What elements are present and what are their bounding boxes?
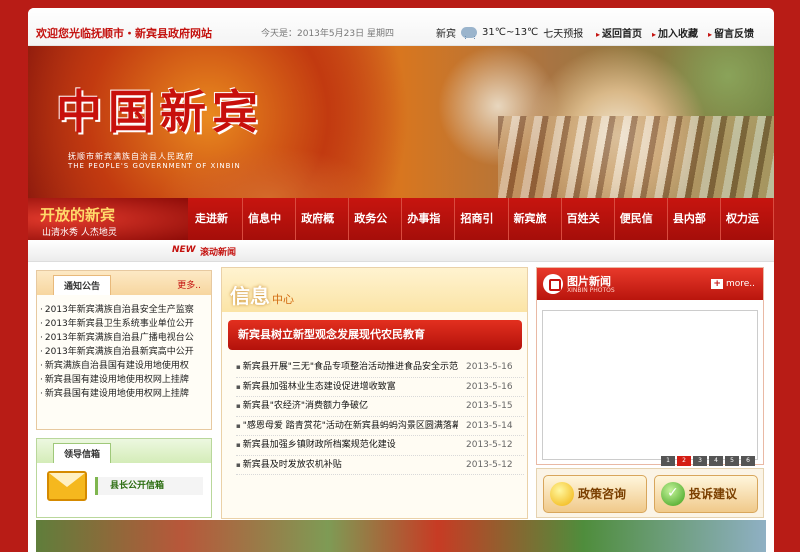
notice-list: 2013年新宾满族自治县安全生产监察 2013年新宾县卫生系统事业单位公开 20… [40, 303, 210, 401]
envelope-icon[interactable] [47, 471, 87, 501]
top-bar: 欢迎您光临抚顺市・新宾县政府网站 今天是：2013年5月23日 星期四 新宾 3… [28, 8, 774, 46]
home-link[interactable]: 返回首页 [596, 25, 642, 40]
nav-item-intro[interactable]: 走进新宾 [190, 198, 244, 267]
nav-item-departments[interactable]: 县内部门 [668, 198, 721, 267]
nav-item-power[interactable]: 权力运行 [721, 198, 774, 267]
notice-more-link[interactable]: 更多.. [177, 278, 201, 291]
info-title: 信息 中心 [230, 284, 294, 308]
weather-widget[interactable]: 新宾 31℃~13℃ 七天预报 [436, 25, 583, 40]
slogan: 开放的新宾 山清水秀 人杰地灵 [28, 198, 188, 240]
photo-pager: 1 2 3 4 5 6 [661, 456, 755, 466]
leader-header: 领导信箱 [37, 439, 211, 463]
list-item[interactable]: 新宾满族自治县国有建设用地使用权 [40, 359, 210, 373]
weather-city: 新宾 [436, 29, 456, 40]
photo-header: 图片新闻 XINBIN PHOTOS more.. [537, 268, 763, 300]
add-favorite-link[interactable]: 加入收藏 [652, 25, 698, 40]
headline-link[interactable]: 新宾县树立新型观念发展现代农民教育 [228, 320, 522, 350]
leader-title: 领导信箱 [53, 443, 112, 463]
main-nav: 开放的新宾 山清水秀 人杰地灵 走进新宾 信息中心 政府概况 政务公开 办事指南… [28, 198, 774, 267]
photo-frame[interactable] [542, 310, 758, 460]
ticker-label: 滚动新闻 [200, 248, 237, 258]
list-item[interactable]: 新宾县国有建设用地使用权网上挂牌 [40, 387, 210, 401]
table-row[interactable]: 新宾县开展"三无"食品专项整治活动推进食品安全示范…2013-5-16 [236, 358, 524, 378]
list-item[interactable]: 新宾县国有建设用地使用权网上挂牌 [40, 373, 210, 387]
top-links: 返回首页 加入收藏 留言反馈 [596, 25, 754, 40]
photo-news-panel: 图片新闻 XINBIN PHOTOS more.. 1 2 3 4 5 6 [536, 267, 764, 466]
banner: 中国新宾 抚顺市新宾满族自治县人民政府 THE PEOPLE'S GOVERNM… [28, 46, 774, 198]
page-button[interactable]: 6 [741, 456, 755, 466]
leader-mailbox-panel: 领导信箱 县长公开信箱 [36, 438, 212, 518]
ticker-new-tag: NEW [172, 245, 196, 255]
policy-consult-button[interactable]: 政策咨询 [543, 475, 647, 513]
list-item[interactable]: 2013年新宾满族自治县广播电视台公 [40, 331, 210, 345]
service-buttons: 政策咨询 投诉建议 [536, 468, 764, 518]
nav-item-convenience[interactable]: 便民信息 [615, 198, 668, 267]
camera-icon [543, 274, 563, 294]
list-item[interactable]: 2013年新宾满族自治县新宾高中公开 [40, 345, 210, 359]
news-list: 新宾县开展"三无"食品专项整治活动推进食品安全示范…2013-5-16 新宾县加… [236, 358, 524, 475]
page-button[interactable]: 1 [661, 456, 675, 466]
scenery-strip [36, 520, 766, 552]
lightbulb-icon [550, 482, 574, 506]
page-button-active[interactable]: 2 [677, 456, 691, 466]
nav-item-investment[interactable]: 招商引资 [455, 198, 509, 267]
photo-more-link[interactable]: more.. [711, 279, 755, 289]
info-header: 信息 中心 [222, 268, 527, 312]
weather-temp: 31℃~13℃ [482, 27, 539, 38]
nav-items: 走进新宾 信息中心 政府概况 政务公开 办事指南 招商引资 新宾旅游 百姓关注 … [190, 198, 774, 267]
banner-village [498, 116, 774, 198]
notice-header: 通知公告 更多.. [37, 271, 211, 295]
site-logo-title: 中国新宾 [56, 85, 264, 139]
check-icon [661, 475, 685, 511]
page: 欢迎您光临抚顺市・新宾县政府网站 今天是：2013年5月23日 星期四 新宾 3… [28, 8, 774, 552]
table-row[interactable]: 新宾县及时发放农机补贴2013-5-12 [236, 456, 524, 475]
weather-forecast-link[interactable]: 七天预报 [543, 25, 583, 40]
date-text: 今天是：2013年5月23日 星期四 [261, 29, 394, 39]
news-ticker: NEW 滚动新闻 [28, 240, 774, 262]
site-subtitle-cn: 抚顺市新宾满族自治县人民政府 [68, 152, 194, 161]
slogan-main: 开放的新宾 [40, 206, 116, 224]
nav-item-gov-affairs[interactable]: 政务公开 [349, 198, 403, 267]
welcome-text: 欢迎您光临抚顺市・新宾县政府网站 [36, 27, 212, 40]
page-button[interactable]: 5 [725, 456, 739, 466]
nav-item-public-concern[interactable]: 百姓关注 [562, 198, 615, 267]
table-row[interactable]: "感恩母爱 踏青赏花"活动在新宾县蚂蚂沟景区圆满落幕2013-5-14 [236, 417, 524, 436]
nav-item-tourism[interactable]: 新宾旅游 [509, 198, 562, 267]
nav-item-gov-overview[interactable]: 政府概况 [296, 198, 350, 267]
feedback-link[interactable]: 留言反馈 [708, 25, 754, 40]
info-center-panel: 信息中心 新宾县树立新型观念发展现代农民教育 新宾县开展"三无"食品专项整治活动… [221, 267, 528, 519]
page-button[interactable]: 3 [693, 456, 707, 466]
photo-subtitle: XINBIN PHOTOS [567, 287, 615, 294]
list-item[interactable]: 2013年新宾满族自治县安全生产监察 [40, 303, 210, 317]
rain-cloud-icon [461, 27, 477, 39]
table-row[interactable]: 新宾县加强林业生态建设促进增收致富2013-5-16 [236, 378, 524, 397]
list-item[interactable]: 2013年新宾县卫生系统事业单位公开 [40, 317, 210, 331]
slogan-sub: 山清水秀 人杰地灵 [42, 228, 117, 238]
notice-title: 通知公告 [53, 275, 112, 295]
nav-item-info-center[interactable]: 信息中心 [243, 198, 297, 267]
table-row[interactable]: 新宾县加强乡镇财政所档案规范化建设2013-5-12 [236, 436, 524, 456]
site-subtitle-en: THE PEOPLE'S GOVERNMENT OF XINBIN [68, 162, 241, 170]
table-row[interactable]: 新宾县"农经济"消费额力争破亿2013-5-15 [236, 397, 524, 417]
county-mayor-mailbox-link[interactable]: 县长公开信箱 [95, 477, 203, 495]
complaint-button[interactable]: 投诉建议 [654, 475, 758, 513]
nav-item-guide[interactable]: 办事指南 [402, 198, 456, 267]
page-button[interactable]: 4 [709, 456, 723, 466]
notice-panel: 通知公告 更多.. 2013年新宾满族自治县安全生产监察 2013年新宾县卫生系… [36, 270, 212, 430]
